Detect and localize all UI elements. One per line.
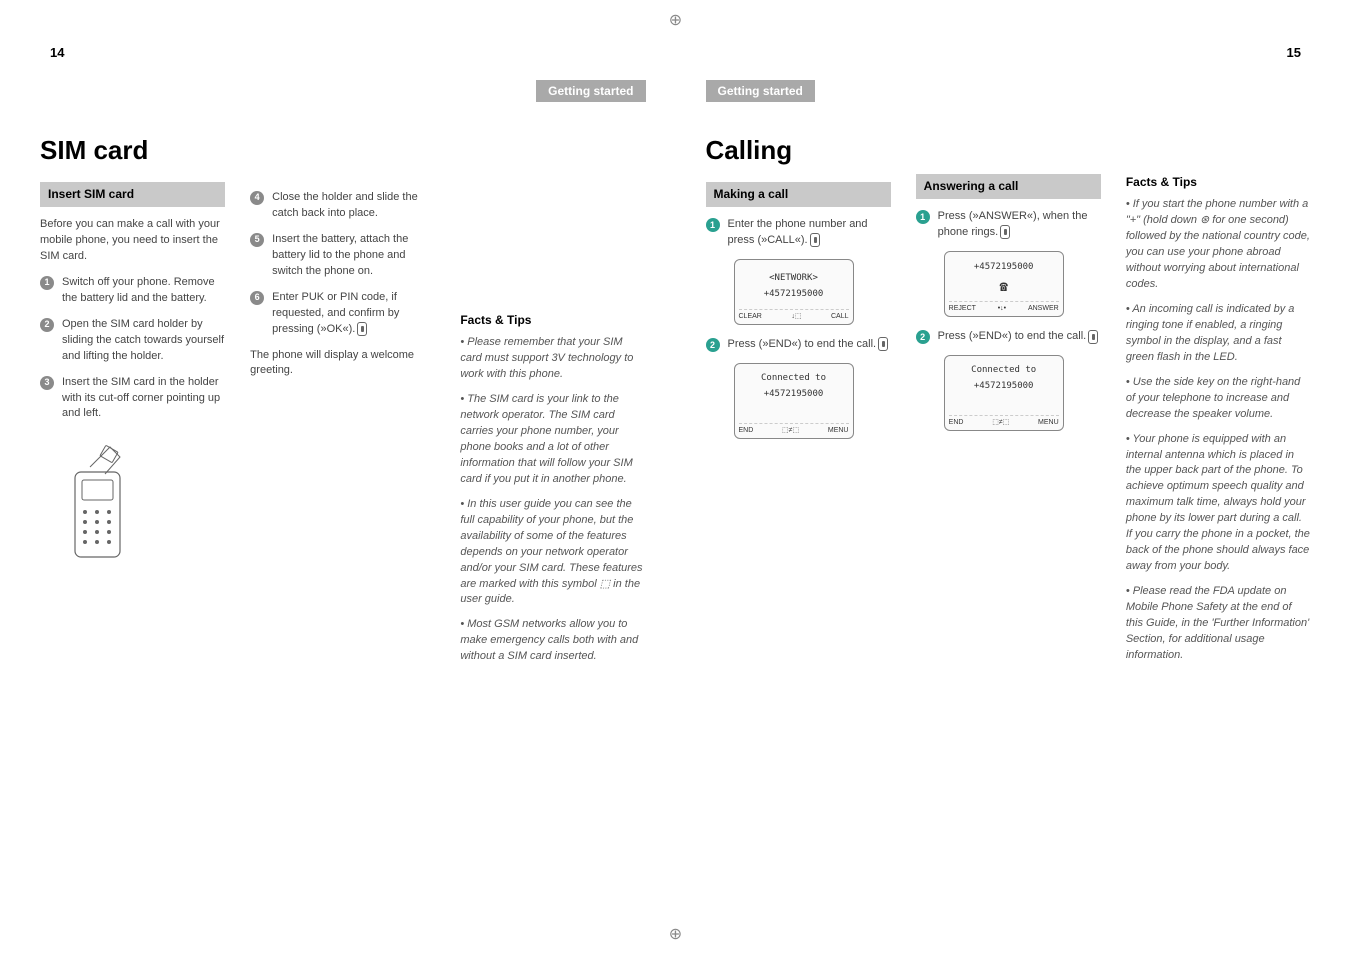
- page-left: 14 Getting started SIM card Insert SIM c…: [0, 0, 676, 954]
- facts-title-right: Facts & Tips: [1126, 174, 1311, 191]
- screen-connected-2: Connected to +4572195000 END ⬚≠⬚ MENU: [944, 355, 1064, 431]
- step-6-text: Enter PUK or PIN code, if requested, and…: [272, 290, 435, 338]
- answering-step-2-text: Press (»END«) to end the call.: [938, 329, 1101, 345]
- right-col-3: Facts & Tips • If you start the phone nu…: [1126, 132, 1311, 673]
- intro-para: Before you can make a call with your mob…: [40, 217, 225, 265]
- bullet-a2: 2: [916, 330, 930, 344]
- fact-l-1: • Please remember that your SIM card mus…: [460, 335, 645, 383]
- title-calling: Calling: [706, 132, 891, 170]
- bullet-4: 4: [250, 191, 264, 205]
- fact-r-5: • Please read the FDA update on Mobile P…: [1126, 584, 1311, 664]
- step-4-text: Close the holder and slide the catch bac…: [272, 190, 435, 222]
- answering-step-2: 2 Press (»END«) to end the call.: [916, 329, 1101, 345]
- making-step-2: 2 Press (»END«) to end the call.: [706, 337, 891, 353]
- call-key-icon: [810, 233, 820, 247]
- page-number-right: 15: [1287, 45, 1301, 60]
- ringing-icon: ☎: [949, 277, 1059, 297]
- header-bar-right: Getting started: [706, 80, 1312, 102]
- step-5-text: Insert the battery, attach the battery l…: [272, 232, 435, 280]
- right-col-1: Calling Making a call 1 Enter the phone …: [706, 132, 891, 673]
- right-col-2: Answering a call 1 Press (»ANSWER«), whe…: [916, 132, 1101, 673]
- header-label-right: Getting started: [706, 80, 815, 102]
- answering-step-1: 1 Press (»ANSWER«), when the phone rings…: [916, 209, 1101, 241]
- ok-key-icon: [357, 322, 367, 336]
- step-2-text: Open the SIM card holder by sliding the …: [62, 317, 225, 365]
- making-step-2-text: Press (»END«) to end the call.: [728, 337, 891, 353]
- header-label-left: Getting started: [536, 80, 645, 102]
- bullet-5: 5: [250, 233, 264, 247]
- screen-network: <NETWORK> +4572195000 CLEAR ↓⬚ CALL: [734, 259, 854, 325]
- step-1: 1 Switch off your phone. Remove the batt…: [40, 275, 225, 307]
- screen-connected-1: Connected to +4572195000 END ⬚≠⬚ MENU: [734, 363, 854, 439]
- section-insert-sim: Insert SIM card: [40, 182, 225, 207]
- fact-l-3: • In this user guide you can see the ful…: [460, 497, 645, 609]
- bullet-a1: 1: [916, 210, 930, 224]
- fact-r-2: • An incoming call is indicated by a rin…: [1126, 302, 1311, 366]
- end-key-icon-2: [1088, 330, 1098, 344]
- page-number-left: 14: [50, 45, 64, 60]
- bullet-6: 6: [250, 291, 264, 305]
- left-col-1: SIM card Insert SIM card Before you can …: [40, 132, 225, 674]
- bullet-1: 1: [40, 276, 54, 290]
- step-1-text: Switch off your phone. Remove the batter…: [62, 275, 225, 307]
- page-right: 15 Getting started Calling Making a call…: [676, 0, 1351, 954]
- answering-step-1-text: Press (»ANSWER«), when the phone rings.: [938, 209, 1101, 241]
- making-step-1-text: Enter the phone number and press (»CALL«…: [728, 217, 891, 249]
- end-key-icon: [878, 337, 888, 351]
- title-sim-card: SIM card: [40, 132, 225, 170]
- fact-r-3: • Use the side key on the right-hand of …: [1126, 375, 1311, 423]
- facts-left: • Please remember that your SIM card mus…: [460, 335, 645, 665]
- fact-r-1: • If you start the phone number with a "…: [1126, 197, 1311, 293]
- left-col-3: Facts & Tips • Please remember that your…: [460, 132, 645, 674]
- bullet-m1: 1: [706, 218, 720, 232]
- step-6: 6 Enter PUK or PIN code, if requested, a…: [250, 290, 435, 338]
- step-5: 5 Insert the battery, attach the battery…: [250, 232, 435, 280]
- answer-key-icon: [1000, 225, 1010, 239]
- bullet-3: 3: [40, 376, 54, 390]
- phone-illustration: [60, 442, 140, 562]
- step-2: 2 Open the SIM card holder by sliding th…: [40, 317, 225, 365]
- facts-right: • If you start the phone number with a "…: [1126, 197, 1311, 663]
- step-4: 4 Close the holder and slide the catch b…: [250, 190, 435, 222]
- welcome-para: The phone will display a welcome greetin…: [250, 348, 435, 380]
- fact-r-4: • Your phone is equipped with an interna…: [1126, 432, 1311, 575]
- step-3: 3 Insert the SIM card in the holder with…: [40, 375, 225, 423]
- making-step-1: 1 Enter the phone number and press (»CAL…: [706, 217, 891, 249]
- spread: 14 Getting started SIM card Insert SIM c…: [0, 0, 1351, 954]
- fact-l-4: • Most GSM networks allow you to make em…: [460, 617, 645, 665]
- facts-title-left: Facts & Tips: [460, 312, 645, 329]
- fact-l-2: • The SIM card is your link to the netwo…: [460, 392, 645, 488]
- bullet-m2: 2: [706, 338, 720, 352]
- section-answering-call: Answering a call: [916, 174, 1101, 199]
- bullet-2: 2: [40, 318, 54, 332]
- screen-incoming: +4572195000 ☎ REJECT •↓• ANSWER: [944, 251, 1064, 317]
- header-bar-left: Getting started: [40, 80, 646, 102]
- step-3-text: Insert the SIM card in the holder with i…: [62, 375, 225, 423]
- left-col-2: 4 Close the holder and slide the catch b…: [250, 132, 435, 674]
- section-making-call: Making a call: [706, 182, 891, 207]
